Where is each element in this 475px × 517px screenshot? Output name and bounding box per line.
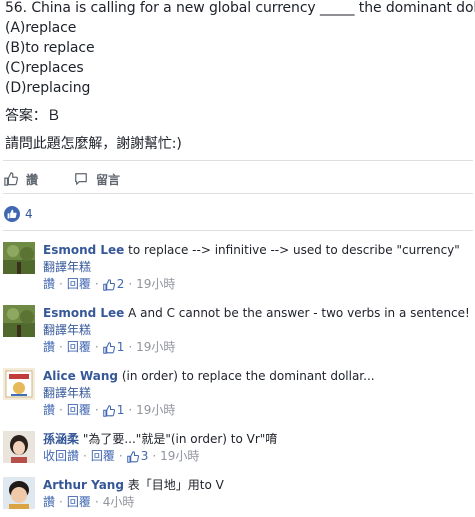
answer-text: 答案：Ｂ <box>5 108 61 124</box>
action-bar: 讚 留言 <box>0 168 475 190</box>
post-card: 56. China is calling for a new global cu… <box>0 0 475 517</box>
comment-like-link[interactable]: 讚 <box>43 494 55 511</box>
thumbs-up-icon <box>102 404 115 417</box>
comment-meta: 收回讚 · 回覆 · 3 · 19小時 <box>43 448 200 465</box>
like-count-value: 3 <box>140 449 149 463</box>
comment-author[interactable]: Arthur Yang <box>43 478 124 492</box>
like-button-label: 讚 <box>26 172 39 187</box>
comment-text: A and C cannot be the answer - two verbs… <box>128 306 470 320</box>
comment-meta: 讚 · 回覆 · 1 · 19小時 <box>43 339 176 356</box>
translate-link[interactable]: 翻譯年糕 <box>43 322 473 339</box>
comment-author[interactable]: Esmond Lee <box>43 306 124 320</box>
comment-text: "為了要..."就是"(in order) to Vr"唷 <box>82 432 278 446</box>
comment-time[interactable]: 19小時 <box>136 402 175 419</box>
option-b: (B)to replace <box>5 40 95 56</box>
comment-meta: 讚 · 回覆 · 2 · 19小時 <box>43 276 176 293</box>
avatar[interactable] <box>3 431 35 463</box>
comment-author[interactable]: 孫涵柔 <box>43 432 79 446</box>
avatar[interactable] <box>3 477 35 509</box>
comment-reply-link[interactable]: 回覆 <box>67 339 91 356</box>
divider <box>3 193 473 194</box>
comment-time[interactable]: 4小時 <box>103 494 135 511</box>
option-a: (A)replace <box>5 20 77 36</box>
request-text: 請問此題怎麼解，謝謝幫忙:) <box>5 136 182 152</box>
comment-time[interactable]: 19小時 <box>136 339 175 356</box>
question-text: 56. China is calling for a new global cu… <box>5 0 475 16</box>
avatar[interactable] <box>3 368 35 400</box>
comment-time[interactable]: 19小時 <box>136 276 175 293</box>
comment-like-link[interactable]: 讚 <box>43 276 55 293</box>
thumbs-up-icon <box>102 341 115 354</box>
comment-author[interactable]: Esmond Lee <box>43 243 124 257</box>
comment-reply-link[interactable]: 回覆 <box>67 494 91 511</box>
comment-reply-link[interactable]: 回覆 <box>91 448 115 465</box>
speech-bubble-icon <box>75 173 87 185</box>
like-count-value: 1 <box>116 403 125 417</box>
comment-author[interactable]: Alice Wang <box>43 369 118 383</box>
like-count-value: 2 <box>116 277 125 291</box>
comment-like-count[interactable]: 3 <box>126 448 149 465</box>
comment-like-count[interactable]: 1 <box>102 339 125 356</box>
thumbs-up-icon <box>126 450 139 463</box>
comment-meta: 讚 · 回覆 · 1 · 19小時 <box>43 402 176 419</box>
thumbs-up-icon <box>4 172 18 186</box>
comment-unlike-link[interactable]: 收回讚 <box>43 448 79 465</box>
divider <box>3 160 473 161</box>
comment-button-label: 留言 <box>96 172 121 187</box>
comment-like-count[interactable]: 1 <box>102 402 125 419</box>
divider <box>3 230 473 231</box>
option-c: (C)replaces <box>5 60 84 76</box>
like-reaction-icon <box>4 206 20 222</box>
comment-meta: 讚 · 回覆 · 4小時 <box>43 494 135 511</box>
avatar[interactable] <box>3 305 35 337</box>
avatar[interactable] <box>3 242 35 274</box>
comment-reply-link[interactable]: 回覆 <box>67 402 91 419</box>
comment-text: (in order) to replace the dominant dolla… <box>121 369 375 383</box>
comment-text: to replace --> infinitive --> used to de… <box>128 243 460 257</box>
comment-text: 表「目地」用to V <box>127 478 224 492</box>
like-button[interactable]: 讚 <box>4 168 38 190</box>
translate-link[interactable]: 翻譯年糕 <box>43 385 473 402</box>
comment-like-link[interactable]: 讚 <box>43 339 55 356</box>
reaction-count: 4 <box>25 207 33 221</box>
option-d: (D)replacing <box>5 80 91 96</box>
comment-button[interactable]: 留言 <box>74 168 120 190</box>
comment-like-link[interactable]: 讚 <box>43 402 55 419</box>
reaction-summary[interactable]: 4 <box>4 206 33 222</box>
thumbs-up-icon <box>102 278 115 291</box>
like-count-value: 1 <box>116 340 125 354</box>
translate-link[interactable]: 翻譯年糕 <box>43 259 473 276</box>
comment-like-count[interactable]: 2 <box>102 276 125 293</box>
comment-reply-link[interactable]: 回覆 <box>67 276 91 293</box>
comment-time[interactable]: 19小時 <box>160 448 199 465</box>
